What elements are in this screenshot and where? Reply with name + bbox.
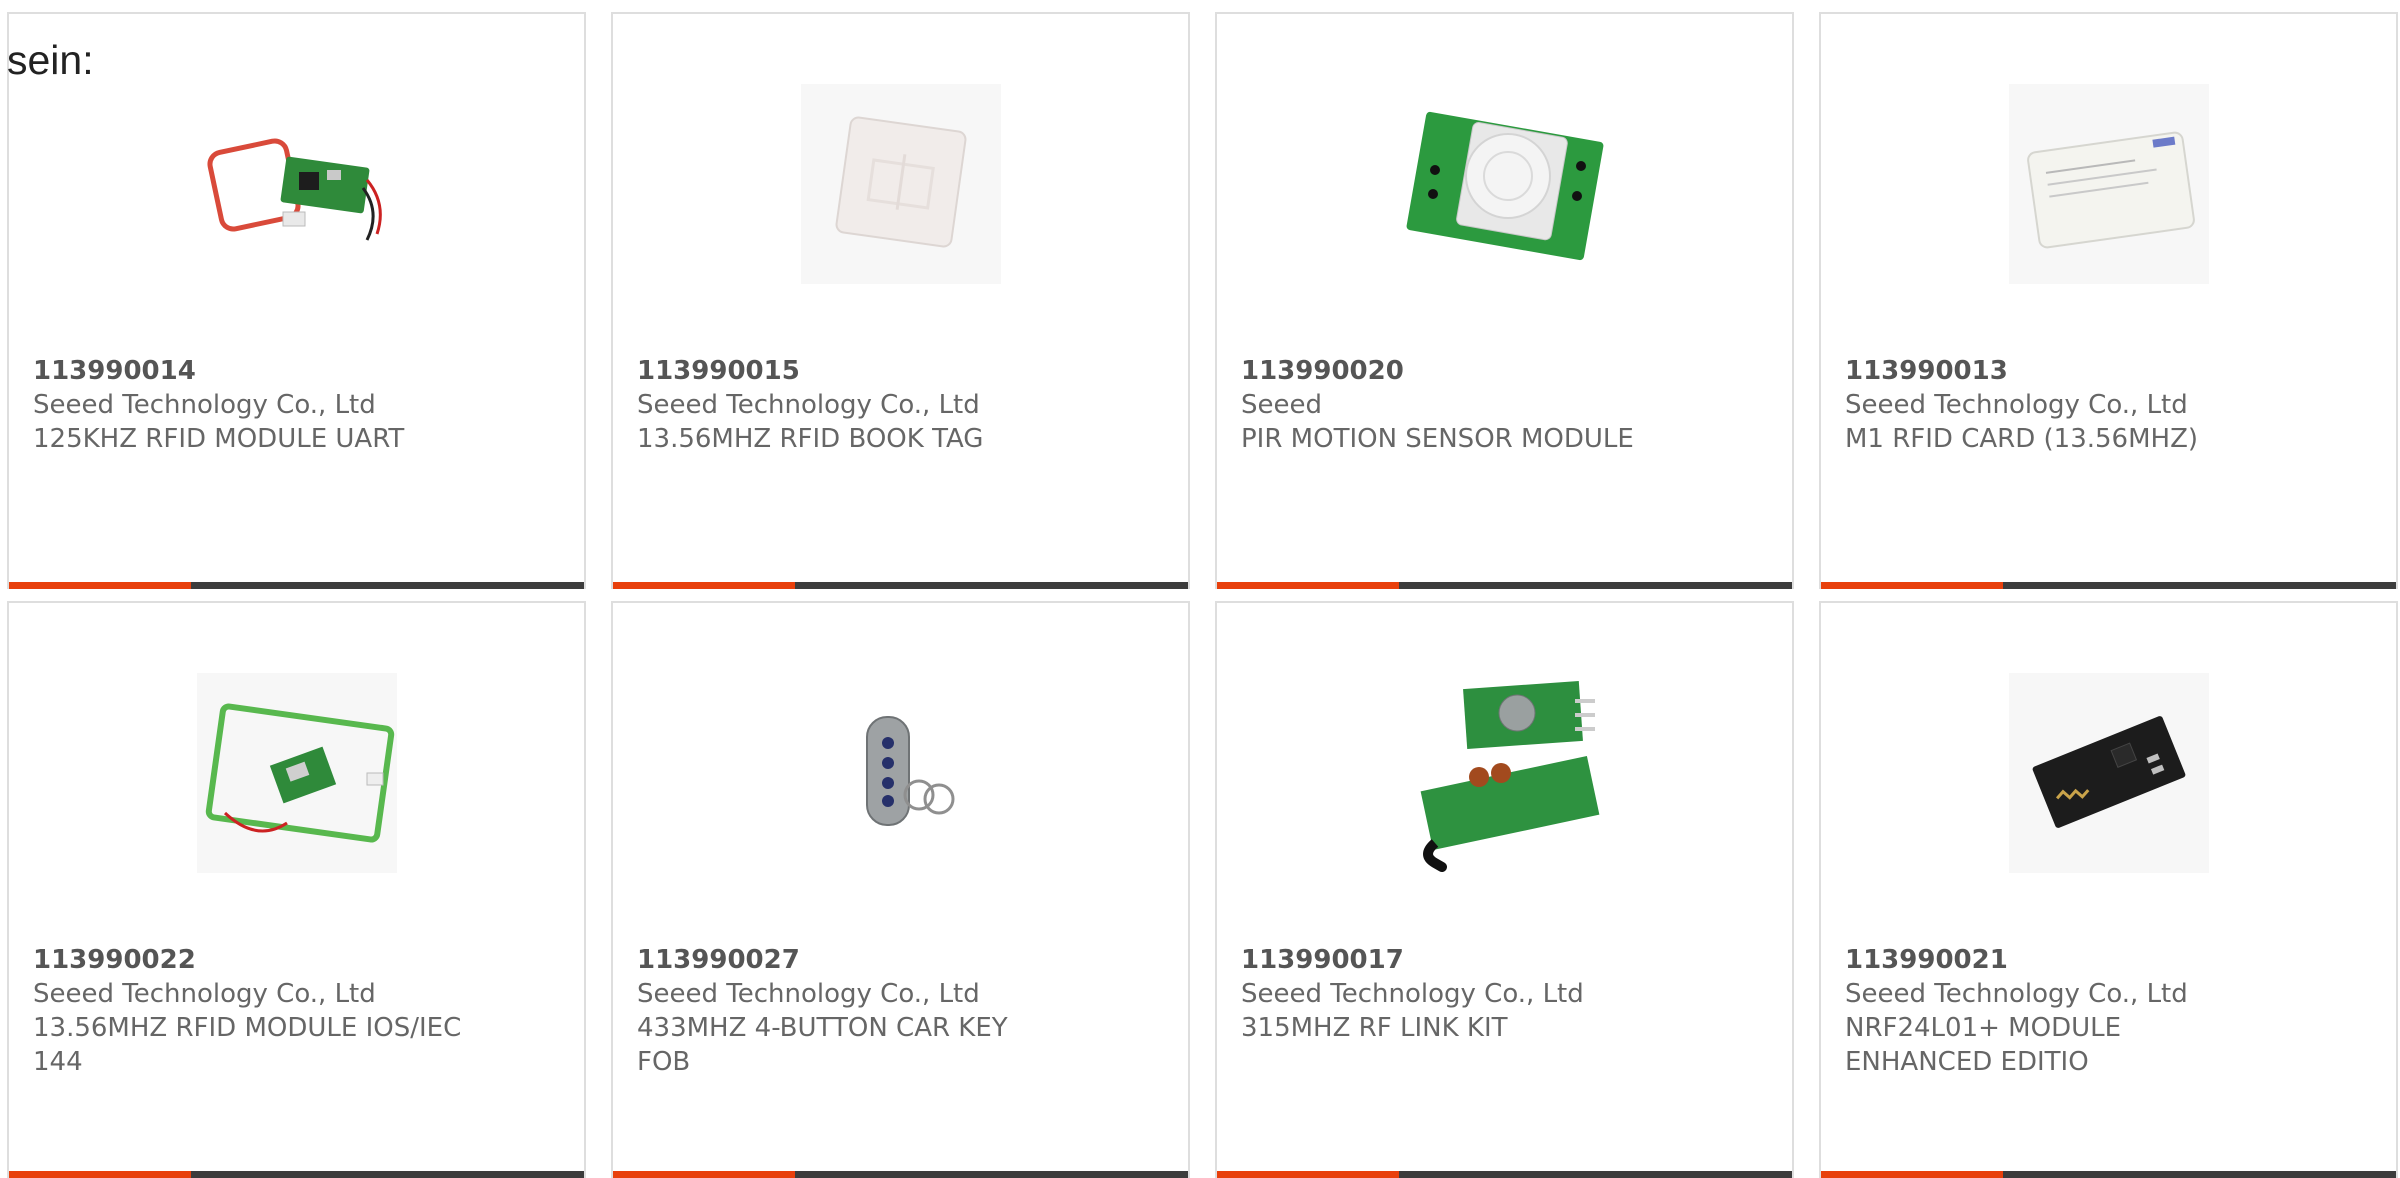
card-footer-bar — [1821, 1171, 2396, 1178]
part-number[interactable]: 113990015 — [637, 354, 1164, 388]
nrf-module-image — [2008, 673, 2209, 873]
intro-text: sein: — [7, 37, 94, 83]
card-footer-accent — [613, 1171, 795, 1178]
card-footer-bar — [1217, 1171, 1792, 1178]
rfid-card-image — [2008, 84, 2209, 284]
rfid-module-image — [197, 84, 397, 284]
manufacturer-name: Seeed Technology Co., Ltd — [1845, 390, 2188, 420]
part-number[interactable]: 113990017 — [1241, 943, 1768, 977]
manufacturer-name: Seeed Technology Co., Ltd — [33, 390, 376, 420]
manufacturer-name: Seeed Technology Co., Ltd — [637, 979, 980, 1009]
card-footer-bar — [9, 582, 584, 589]
rfid-module-image — [196, 673, 397, 873]
product-card[interactable]: 113990021 Seeed Technology Co., Ltd NRF2… — [1819, 601, 2398, 1178]
pir-sensor-image — [1405, 84, 1605, 284]
product-description: NRF24L01+ MODULE ENHANCED EDITIO — [1845, 1013, 2122, 1077]
product-card[interactable]: 113990020 Seeed PIR MOTION SENSOR MODULE — [1215, 12, 1794, 589]
part-number[interactable]: 113990021 — [1845, 943, 2372, 977]
card-footer-bar — [1821, 582, 2396, 589]
card-footer-accent — [1821, 582, 2003, 589]
manufacturer-name: Seeed — [1241, 390, 1322, 420]
part-number[interactable]: 113990027 — [637, 943, 1164, 977]
key-fob-image — [801, 673, 1001, 873]
card-footer-accent — [1217, 1171, 1399, 1178]
manufacturer-name: Seeed Technology Co., Ltd — [637, 390, 980, 420]
part-number[interactable]: 113990022 — [33, 943, 560, 977]
product-card[interactable]: 113990013 Seeed Technology Co., Ltd M1 R… — [1819, 12, 2398, 589]
product-card[interactable]: 113990014 Seeed Technology Co., Ltd 125K… — [7, 12, 586, 589]
product-card[interactable]: 113990017 Seeed Technology Co., Ltd 315M… — [1215, 601, 1794, 1178]
part-number[interactable]: 113990013 — [1845, 354, 2372, 388]
card-footer-accent — [9, 1171, 191, 1178]
rfid-tag-image — [800, 84, 1001, 284]
rf-link-kit-image — [1405, 673, 1605, 873]
card-footer-bar — [1217, 582, 1792, 589]
product-description: 315MHZ RF LINK KIT — [1241, 1013, 1508, 1043]
card-footer-bar — [9, 1171, 584, 1178]
product-card[interactable]: 113990015 Seeed Technology Co., Ltd 13.5… — [611, 12, 1190, 589]
card-footer-accent — [9, 582, 191, 589]
part-number[interactable]: 113990020 — [1241, 354, 1768, 388]
manufacturer-name: Seeed Technology Co., Ltd — [1845, 979, 2188, 1009]
product-description: 13.56MHZ RFID BOOK TAG — [637, 424, 984, 454]
product-description: 125KHZ RFID MODULE UART — [33, 424, 405, 454]
card-footer-bar — [613, 582, 1188, 589]
card-footer-accent — [613, 582, 795, 589]
manufacturer-name: Seeed Technology Co., Ltd — [1241, 979, 1584, 1009]
product-description: 13.56MHZ RFID MODULE IOS/IEC 144 — [33, 1013, 462, 1077]
product-description: M1 RFID CARD (13.56MHZ) — [1845, 424, 2199, 454]
product-grid: 113990014 Seeed Technology Co., Ltd 125K… — [7, 12, 2398, 1178]
product-description: PIR MOTION SENSOR MODULE — [1241, 424, 1634, 454]
card-footer-accent — [1217, 582, 1399, 589]
card-footer-accent — [1821, 1171, 2003, 1178]
product-card[interactable]: 113990022 Seeed Technology Co., Ltd 13.5… — [7, 601, 586, 1178]
product-description: 433MHZ 4-BUTTON CAR KEY FOB — [637, 1013, 1008, 1077]
manufacturer-name: Seeed Technology Co., Ltd — [33, 979, 376, 1009]
part-number[interactable]: 113990014 — [33, 354, 560, 388]
card-footer-bar — [613, 1171, 1188, 1178]
product-card[interactable]: 113990027 Seeed Technology Co., Ltd 433M… — [611, 601, 1190, 1178]
